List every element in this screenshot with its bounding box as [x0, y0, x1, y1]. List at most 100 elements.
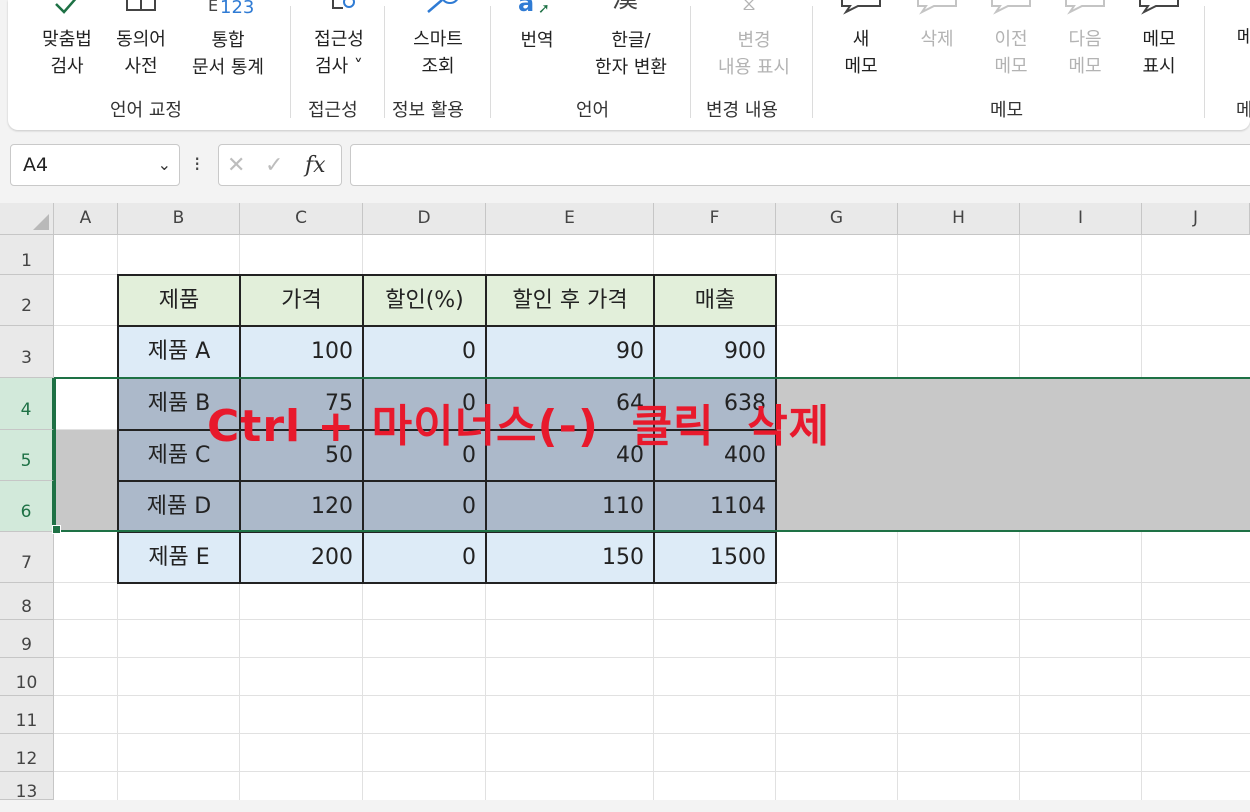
- column-header-f[interactable]: F: [654, 203, 776, 235]
- ribbon-separator: [290, 6, 291, 118]
- table-border: [118, 377, 776, 379]
- gridline-horizontal: [54, 657, 1250, 658]
- gridline-horizontal: [54, 733, 1250, 734]
- enter-icon[interactable]: ✓: [265, 153, 283, 178]
- selected-row-shade: [54, 430, 118, 532]
- workbook-statistics-button[interactable]: E 123 통합 문서 통계: [180, 0, 276, 81]
- table-cell[interactable]: 90: [486, 326, 654, 378]
- formula-bar: A4 ⌄ ⁝ ✕ ✓ fx: [0, 138, 1250, 196]
- column-header-d[interactable]: D: [363, 203, 486, 235]
- table-header-cell: 제품: [118, 275, 240, 326]
- more-options-icon[interactable]: ⁝: [194, 152, 200, 176]
- group-label-proofing: 언어 교정: [110, 100, 182, 121]
- row-header-1[interactable]: 1: [0, 235, 54, 275]
- gridline-horizontal: [54, 771, 1250, 772]
- formula-buttons: ✕ ✓ fx: [218, 144, 342, 186]
- row-header-5[interactable]: 5: [0, 430, 54, 481]
- note-next-icon: [1065, 0, 1105, 15]
- formula-input[interactable]: [350, 144, 1250, 186]
- translate-icon: a ➚: [518, 0, 550, 17]
- notes-show-icon: [1139, 0, 1179, 15]
- column-header-e[interactable]: E: [486, 203, 654, 235]
- column-header-i[interactable]: I: [1020, 203, 1142, 235]
- table-header-cell: 매출: [654, 275, 776, 326]
- new-note-button[interactable]: 새 메모: [828, 0, 894, 80]
- ribbon-separator: [1204, 6, 1205, 118]
- row-header-10[interactable]: 10: [0, 658, 54, 696]
- column-header-a[interactable]: A: [54, 203, 118, 235]
- table-cell[interactable]: 100: [240, 326, 363, 378]
- group-label-partial: 메: [1236, 100, 1250, 121]
- smart-lookup-button[interactable]: 스마트 조회: [398, 0, 478, 80]
- next-note-button[interactable]: 다음 메모: [1052, 0, 1118, 80]
- group-label-language: 언어: [576, 100, 610, 121]
- thesaurus-button[interactable]: 동의어 사전: [106, 0, 176, 80]
- column-header-h[interactable]: H: [898, 203, 1020, 235]
- partial-ribbon-button[interactable]: 메: [1230, 0, 1250, 51]
- note-previous-icon: [991, 0, 1031, 15]
- table-header-cell: 할인 후 가격: [486, 275, 654, 326]
- row-header-12[interactable]: 12: [0, 734, 54, 772]
- group-label-insights: 정보 활용: [392, 100, 464, 121]
- table-border: [118, 480, 776, 482]
- annotation-text: Ctrl + 마이너스(-) 클릭 삭제: [207, 401, 831, 452]
- fill-handle[interactable]: [52, 525, 61, 534]
- ribbon-separator: [384, 6, 385, 118]
- table-cell[interactable]: 제품 D: [118, 481, 240, 532]
- note-icon: [841, 0, 881, 15]
- table-cell[interactable]: 1104: [654, 481, 776, 532]
- row-header-13[interactable]: 13: [0, 772, 54, 802]
- show-notes-button[interactable]: 메모 표시: [1126, 0, 1192, 80]
- table-cell[interactable]: 150: [486, 532, 654, 583]
- table-cell[interactable]: 900: [654, 326, 776, 378]
- ribbon-separator: [690, 6, 691, 118]
- table-border: [118, 325, 776, 327]
- spell-check-button[interactable]: 맞춤법 검사: [32, 0, 102, 80]
- column-header-j[interactable]: J: [1142, 203, 1250, 235]
- ribbon-separator: [812, 6, 813, 118]
- table-cell[interactable]: 200: [240, 532, 363, 583]
- gridline-horizontal: [54, 695, 1250, 696]
- row-header-6[interactable]: 6: [0, 481, 54, 532]
- previous-note-button[interactable]: 이전 메모: [978, 0, 1044, 80]
- column-header-c[interactable]: C: [240, 203, 363, 235]
- row-header-3[interactable]: 3: [0, 326, 54, 378]
- row-header-7[interactable]: 7: [0, 532, 54, 583]
- table-cell[interactable]: 0: [363, 481, 486, 532]
- accessibility-check-button[interactable]: 접근성 검사 ˅: [298, 0, 380, 80]
- column-header-g[interactable]: G: [776, 203, 898, 235]
- ribbon: 맞춤법 검사 동의어 사전 E 123 통합 문서 통계 언어 교정 접근성 검사 ˅ …: [8, 0, 1250, 130]
- row-header-11[interactable]: 11: [0, 696, 54, 734]
- cancel-icon[interactable]: ✕: [227, 153, 245, 178]
- table-cell[interactable]: 제품 E: [118, 532, 240, 583]
- group-label-accessibility: 접근성: [308, 100, 358, 121]
- row-header-9[interactable]: 9: [0, 620, 54, 658]
- column-header-b[interactable]: B: [118, 203, 240, 235]
- table-cell[interactable]: 110: [486, 481, 654, 532]
- table-border: [118, 531, 776, 533]
- show-changes-button[interactable]: ⧖ 변경 내용 표시: [698, 0, 810, 81]
- table-cell[interactable]: 0: [363, 532, 486, 583]
- hangul-hanja-button[interactable]: 漢 한글/한자 변환: [578, 0, 684, 81]
- delete-note-button[interactable]: 삭제: [904, 0, 970, 53]
- row-header-4[interactable]: 4: [0, 378, 54, 430]
- table-cell[interactable]: 제품 A: [118, 326, 240, 378]
- chevron-down-icon[interactable]: ⌄: [158, 145, 171, 185]
- check-icon: [55, 0, 77, 14]
- statistics-icon: E 123: [208, 0, 255, 18]
- worksheet-grid[interactable]: A B C D E F G H I J 1 2 3 4 5 6 7 8 9 10 11 12 13 제품 가격 할인(%) 할인 후…: [0, 203, 1250, 802]
- insert-function-icon[interactable]: fx: [305, 153, 326, 178]
- select-all-button[interactable]: [0, 203, 54, 235]
- row-header-2[interactable]: 2: [0, 275, 54, 326]
- book-icon: [126, 0, 156, 11]
- table-cell[interactable]: 1500: [654, 532, 776, 583]
- ribbon-separator: [490, 6, 491, 118]
- hanja-icon: 漢: [578, 0, 684, 14]
- changes-icon: ⧖: [742, 0, 757, 15]
- translate-button[interactable]: a ➚ 번역: [504, 0, 570, 54]
- table-cell[interactable]: 120: [240, 481, 363, 532]
- name-box[interactable]: A4 ⌄: [10, 144, 180, 186]
- table-cell[interactable]: 0: [363, 326, 486, 378]
- group-label-changes: 변경 내용: [706, 100, 778, 121]
- row-header-8[interactable]: 8: [0, 583, 54, 620]
